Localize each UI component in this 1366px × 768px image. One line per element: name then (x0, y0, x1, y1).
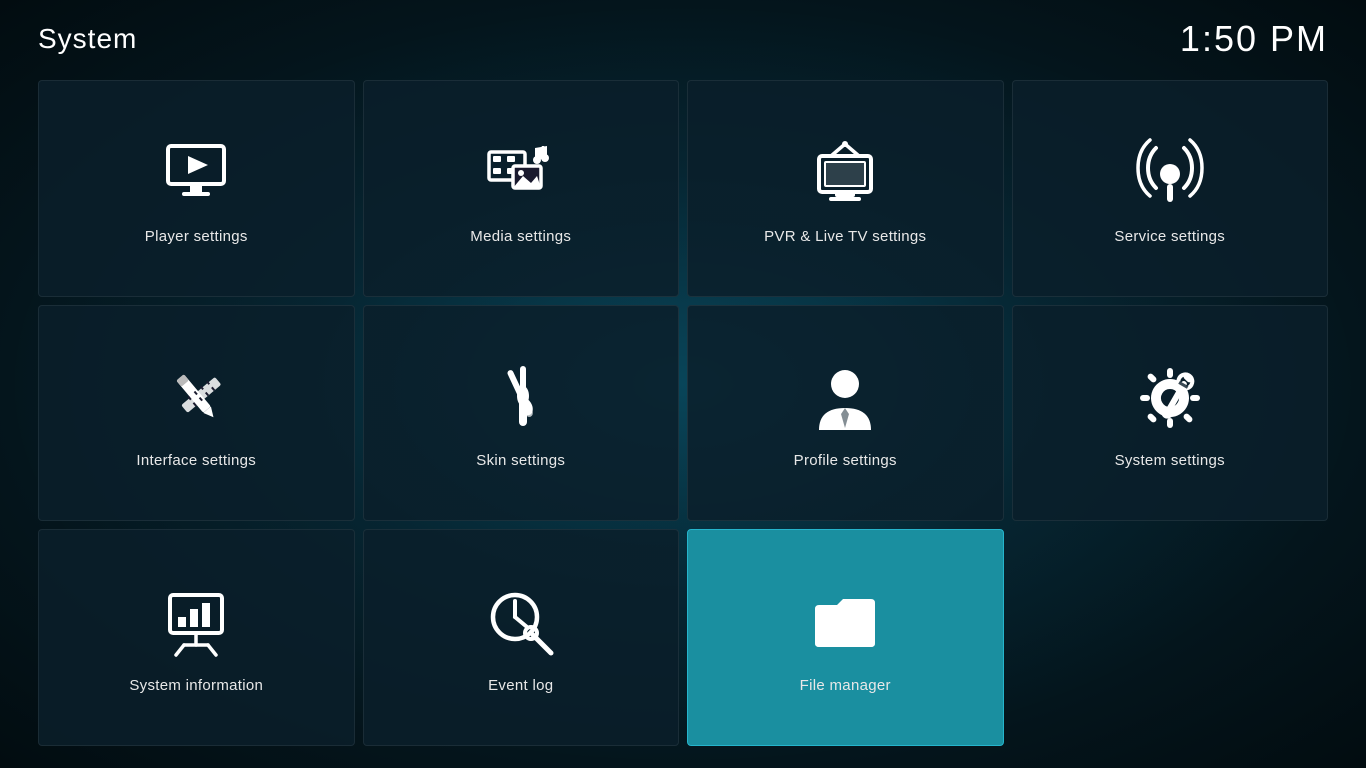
settings-grid: Player settings Media setti (0, 70, 1366, 766)
profile-icon (809, 358, 881, 438)
system-information-label: System information (129, 677, 263, 694)
event-log-label: Event log (488, 677, 553, 694)
system-settings-icon (1134, 358, 1206, 438)
player-icon (160, 134, 232, 214)
tile-system-settings[interactable]: System settings (1012, 305, 1329, 522)
media-settings-label: Media settings (470, 228, 571, 245)
tile-system-information[interactable]: System information (38, 529, 355, 746)
tile-skin-settings[interactable]: Skin settings (363, 305, 680, 522)
pvr-settings-label: PVR & Live TV settings (764, 228, 926, 245)
tile-event-log[interactable]: Event log (363, 529, 680, 746)
clock: 1:50 PM (1180, 18, 1328, 60)
service-icon (1134, 134, 1206, 214)
tile-pvr-settings[interactable]: PVR & Live TV settings (687, 80, 1004, 297)
sysinfo-icon (160, 583, 232, 663)
filemanager-icon (809, 583, 881, 663)
tile-interface-settings[interactable]: Interface settings (38, 305, 355, 522)
tile-player-settings[interactable]: Player settings (38, 80, 355, 297)
tile-media-settings[interactable]: Media settings (363, 80, 680, 297)
tile-service-settings[interactable]: Service settings (1012, 80, 1329, 297)
tile-profile-settings[interactable]: Profile settings (687, 305, 1004, 522)
skin-settings-label: Skin settings (476, 452, 565, 469)
interface-settings-label: Interface settings (136, 452, 256, 469)
profile-settings-label: Profile settings (794, 452, 897, 469)
system-settings-label: System settings (1115, 452, 1225, 469)
media-icon (485, 134, 557, 214)
service-settings-label: Service settings (1114, 228, 1225, 245)
eventlog-icon (485, 583, 557, 663)
page-title: System (38, 23, 137, 55)
skin-icon (485, 358, 557, 438)
pvr-icon (809, 134, 881, 214)
interface-icon (160, 358, 232, 438)
tile-file-manager[interactable]: File manager (687, 529, 1004, 746)
player-settings-label: Player settings (145, 228, 248, 245)
header: System 1:50 PM (0, 0, 1366, 70)
file-manager-label: File manager (800, 677, 891, 694)
